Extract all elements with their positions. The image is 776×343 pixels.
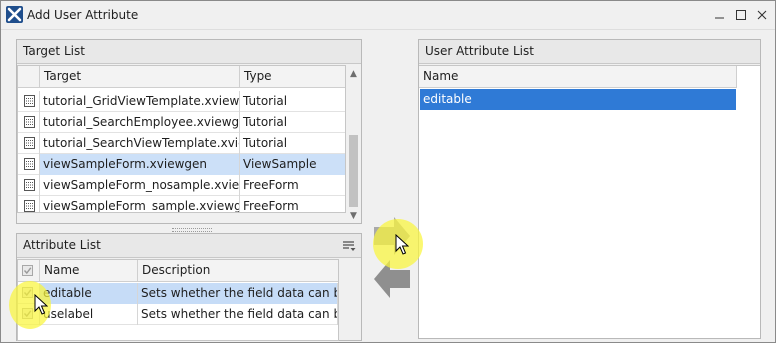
target-cell[interactable]: tutorial_SearchViewTemplate.xview... [40,133,240,154]
target-cell[interactable]: tutorial_GridViewTemplate.xviewgen [40,91,240,112]
file-grid-icon [24,137,35,149]
column-header-target[interactable]: Target [40,66,240,88]
user-attribute-list-header: User Attribute List [419,40,760,64]
row-header-spacer [18,66,40,88]
user-attribute-list-column-headers: Name [419,66,737,88]
row-icon-cell [18,175,40,196]
target-list-header: Target List [17,40,361,64]
user-attribute-list-title: User Attribute List [425,44,534,58]
column-header-name[interactable]: Name [40,260,138,282]
table-row[interactable]: viewSampleForm.xviewgen ViewSample [18,154,345,175]
table-row[interactable]: editable [419,89,737,110]
maximize-icon[interactable] [732,6,750,24]
attribute-name-cell[interactable]: editable [40,283,138,304]
target-list-scrollbar[interactable]: ▲ ▼ [346,65,361,223]
scroll-down-icon[interactable]: ▼ [346,209,361,223]
select-all-column[interactable] [18,260,40,282]
type-cell[interactable]: FreeForm [240,196,345,212]
target-cell[interactable]: viewSampleForm_sample.xviewgen [40,196,240,212]
target-cell[interactable]: tutorial_SearchEmployee.xviewgen [40,112,240,133]
minimize-icon[interactable] [711,6,729,24]
target-list-panel: Target List Target Type tutorial_GridVie… [16,39,362,232]
type-cell[interactable]: ViewSample [240,154,345,175]
target-list-title: Target List [23,44,85,58]
mouse-pointer-icon [395,234,409,256]
row-icon-cell [18,154,40,175]
table-row[interactable]: editable Sets whether the field data can … [18,283,338,304]
target-list-grid: Target Type tutorial_GridViewTemplate.xv… [17,65,346,213]
column-header-description[interactable]: Description [138,260,338,282]
attribute-list-column-headers: Name Description [18,260,338,282]
type-cell[interactable]: Tutorial [240,91,345,112]
file-grid-icon [24,200,35,212]
type-cell[interactable]: FreeForm [240,175,345,196]
table-row[interactable]: uselabel Sets whether the field data can … [18,304,338,325]
scroll-up-icon[interactable]: ▲ [346,67,361,81]
target-list-column-headers: Target Type [18,66,345,88]
select-all-checkbox[interactable] [22,265,33,276]
table-row[interactable]: tutorial_SearchViewTemplate.xview...Tuto… [18,133,345,154]
attribute-list-title: Attribute List [23,238,101,252]
file-grid-icon [24,116,35,128]
splitter-grip[interactable] [172,228,212,232]
row-icon-cell [18,91,40,112]
user-attribute-name-cell[interactable]: editable [420,89,736,110]
list-options-icon[interactable] [341,238,357,254]
column-header-type[interactable]: Type [240,66,345,88]
table-row[interactable]: tutorial_GridViewTemplate.xviewgenTutori… [18,91,345,112]
attribute-list-grid: Name Description editable Sets whether th… [17,259,339,341]
user-attribute-list-panel: User Attribute List Name editable [418,39,761,339]
close-icon[interactable] [753,6,771,24]
app-logo-icon [6,6,23,23]
type-cell[interactable]: Tutorial [240,133,345,154]
column-header-user-name[interactable]: Name [419,66,737,88]
attribute-list-panel: Attribute List Name Description editable… [16,233,362,341]
attribute-list-header: Attribute List [17,234,361,258]
mouse-pointer-icon [34,294,48,316]
target-cell[interactable]: viewSampleForm_nosample.xview... [40,175,240,196]
attribute-description-cell[interactable]: Sets whether the field data can be e... [138,283,338,304]
add-user-attribute-window: Add User Attribute Target List Target Ty… [0,0,776,343]
row-icon-cell [18,196,40,212]
scroll-thumb[interactable] [349,135,358,207]
window-title: Add User Attribute [27,8,139,22]
file-grid-icon [24,158,35,170]
title-bar: Add User Attribute [1,1,775,30]
table-row[interactable]: viewSampleForm_sample.xviewgen FreeForm [18,196,345,212]
table-row[interactable]: viewSampleForm_nosample.xview... FreeForm [18,175,345,196]
target-cell[interactable]: viewSampleForm.xviewgen [40,154,240,175]
row-icon-cell [18,112,40,133]
row-icon-cell [18,133,40,154]
attribute-name-cell[interactable]: uselabel [40,304,138,325]
user-attribute-list-grid: Name editable [419,65,760,338]
file-grid-icon [24,95,35,107]
table-row[interactable]: tutorial_SearchEmployee.xviewgen Tutorial [18,112,345,133]
file-grid-icon [24,179,35,191]
attribute-description-cell[interactable]: Sets whether the field data can be e... [138,304,338,325]
type-cell[interactable]: Tutorial [240,112,345,133]
